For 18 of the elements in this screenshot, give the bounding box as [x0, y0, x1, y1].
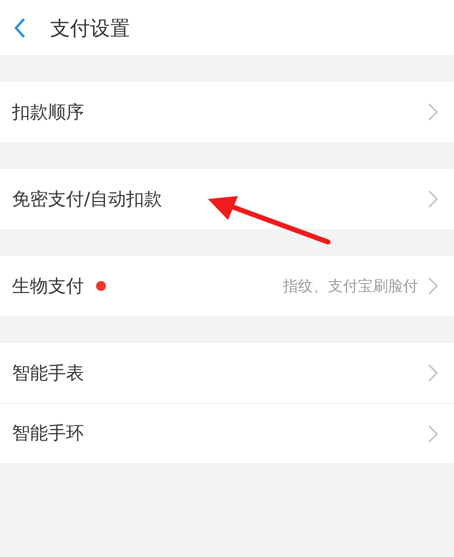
settings-row[interactable]: 生物支付 指纹、支付宝刷脸付 [0, 256, 454, 316]
settings-row[interactable]: 智能手环 [0, 403, 454, 463]
chevron-right-icon [428, 277, 438, 295]
chevron-right-icon [428, 103, 438, 121]
row-label: 免密支付/自动扣款 [12, 188, 162, 212]
chevron-right-icon [428, 364, 438, 382]
row-value: 指纹、支付宝刷脸付 [283, 276, 418, 297]
row-label: 智能手环 [12, 422, 84, 446]
row-label: 智能手表 [12, 362, 84, 386]
row-label: 生物支付 [12, 274, 84, 298]
back-icon [14, 16, 26, 38]
settings-row[interactable]: 智能手表 [0, 343, 454, 403]
row-label: 扣款顺序 [12, 100, 84, 124]
chevron-right-icon [428, 424, 438, 442]
page-title: 支付设置 [50, 14, 130, 42]
settings-row[interactable]: 扣款顺序 [0, 82, 454, 142]
chevron-right-icon [428, 190, 438, 208]
settings-row[interactable]: 免密支付/自动扣款 [0, 169, 454, 229]
